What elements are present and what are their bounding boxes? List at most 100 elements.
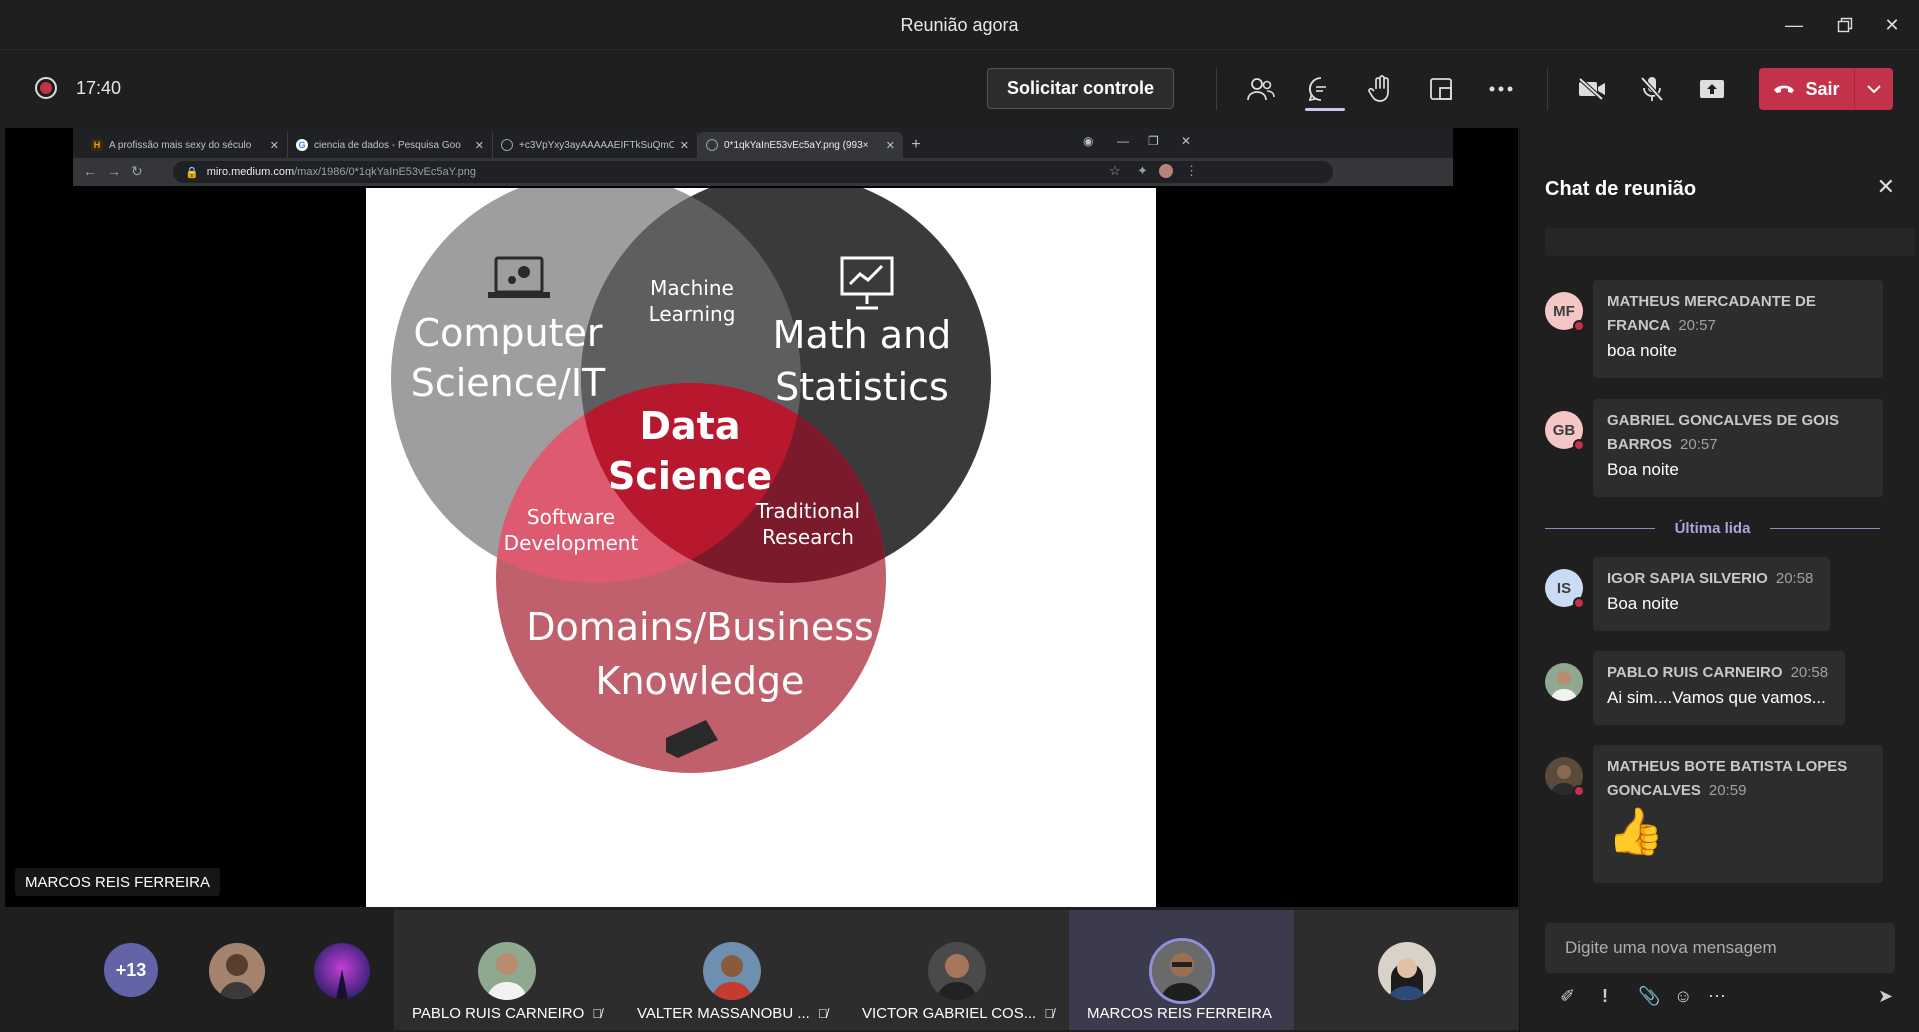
chat-icon[interactable]: [1304, 72, 1338, 106]
meeting-chat-panel: Chat de reunião ✕ MF MATHEUS MERCADANTE …: [1519, 128, 1919, 1032]
status-dot: [1573, 439, 1585, 451]
message-bubble[interactable]: MATHEUS MERCADANTE DE FRANCA 20:57 boa noi…: [1593, 280, 1883, 378]
raise-hand-icon[interactable]: [1364, 72, 1398, 106]
message-bubble[interactable]: MATHEUS BOTE BATISTA LOPES GONCALVES 20:59…: [1593, 745, 1883, 883]
browser-tab[interactable]: H A profissão mais sexy do século ✕: [83, 132, 288, 158]
browser-tab[interactable]: G ciencia de dados - Pesquisa Goo ✕: [288, 132, 493, 158]
leave-button[interactable]: Sair: [1759, 68, 1893, 110]
new-tab-icon[interactable]: +: [903, 132, 929, 158]
more-options-icon[interactable]: [1484, 72, 1518, 106]
status-dot: [1573, 785, 1585, 797]
thumbs-up-emoji: 👍: [1607, 805, 1665, 857]
message-compose-input[interactable]: Digite uma nova mensagem: [1545, 923, 1895, 973]
browser-minimize-icon[interactable]: —: [1117, 134, 1129, 148]
tab-search-icon[interactable]: ◉: [1083, 134, 1093, 148]
emoji-icon[interactable]: ☺: [1674, 986, 1692, 1007]
software-label-line1: Software: [527, 505, 615, 529]
ml-label-line1: Machine: [650, 276, 734, 300]
status-dot: [1573, 597, 1585, 609]
meeting-toolbar: 17:40 Solicitar controle Sair: [0, 50, 1919, 128]
lock-icon: 🔒: [185, 166, 199, 179]
hang-up-icon: [1774, 85, 1795, 93]
leave-options-chevron-icon[interactable]: [1855, 84, 1893, 94]
bookmark-star-icon[interactable]: ☆: [1109, 163, 1121, 179]
extensions-icon[interactable]: ✦: [1137, 163, 1148, 179]
globe-icon: [706, 139, 718, 151]
avatar[interactable]: [209, 943, 265, 999]
message-bubble[interactable]: GABRIEL GONCALVES DE GOIS BARROS 20:57 Boa…: [1593, 399, 1883, 497]
leave-label: Sair: [1805, 78, 1840, 99]
back-icon[interactable]: ←: [83, 163, 97, 179]
profile-avatar[interactable]: [1159, 164, 1173, 178]
favicon-h-icon: H: [91, 139, 103, 151]
message-time: 20:57: [1680, 436, 1718, 453]
close-tab-icon[interactable]: ✕: [680, 139, 689, 152]
participant-tile[interactable]: [1294, 910, 1520, 1030]
participants-icon[interactable]: [1244, 72, 1278, 106]
meeting-timer: 17:40: [76, 78, 122, 98]
browser-content: Computer Science/IT Math and Statistics …: [73, 186, 1453, 907]
browser-menu-icon[interactable]: ⋮: [1185, 163, 1198, 179]
participant-name: MARCOS REIS FERREIRA: [1087, 1005, 1273, 1022]
message-time: 20:58: [1790, 664, 1829, 681]
earlier-messages-placeholder: [1545, 228, 1915, 256]
browser-close-icon[interactable]: ✕: [1181, 134, 1191, 148]
forward-icon[interactable]: →: [107, 163, 121, 179]
browser-toolbar: ← → ↻ 🔒 miro.medium.com/max/1986/0*1qkYa…: [73, 158, 1453, 186]
request-control-button[interactable]: Solicitar controle: [987, 68, 1174, 109]
mic-off-icon[interactable]: [1635, 72, 1669, 106]
close-chat-icon[interactable]: ✕: [1877, 174, 1895, 200]
browser-tab-active[interactable]: 0*1qkYaInE53vEc5aY.png (993× ✕: [698, 132, 903, 158]
participant-name: VICTOR GABRIEL COS... 🎙̸: [862, 1005, 1054, 1022]
browser-restore-icon[interactable]: ❐: [1148, 134, 1159, 148]
message-text: Ai sim....Vamos que vamos...: [1607, 688, 1826, 707]
avatar[interactable]: [314, 943, 370, 999]
participant-tile[interactable]: PABLO RUIS CARNEIRO 🎙̸: [394, 910, 619, 1030]
restore-icon[interactable]: [1830, 12, 1860, 38]
globe-icon: [501, 139, 513, 151]
leave-main-button[interactable]: Sair: [1759, 68, 1855, 110]
minimize-icon[interactable]: —: [1779, 12, 1809, 38]
research-label-line1: Traditional: [755, 499, 860, 523]
message-bubble[interactable]: IGOR SAPIA SILVERIO 20:58 Boa noite: [1593, 557, 1830, 631]
close-tab-icon[interactable]: ✕: [886, 139, 895, 152]
participant-tile[interactable]: VALTER MASSANOBU ... 🎙̸: [619, 910, 844, 1030]
view-layout-icon[interactable]: [1424, 72, 1458, 106]
last-read-divider: Última lida: [1545, 518, 1881, 538]
close-window-icon[interactable]: ✕: [1877, 12, 1907, 38]
message-bubble[interactable]: PABLO RUIS CARNEIRO 20:58 Ai sim....Vamos…: [1593, 651, 1845, 725]
url-host: miro.medium.com: [206, 166, 295, 178]
avatar: [1149, 938, 1215, 1004]
message-text: Boa noite: [1607, 594, 1679, 613]
participant-tile-presenter[interactable]: MARCOS REIS FERREIRA: [1069, 910, 1294, 1030]
research-label-line2: Research: [762, 525, 854, 549]
share-screen-icon[interactable]: [1695, 72, 1729, 106]
camera-off-icon[interactable]: [1575, 72, 1609, 106]
browser-tab[interactable]: +c3VpYxy3ayAAAAAEIFTkSuQmC ✕: [493, 132, 698, 158]
send-icon[interactable]: ➤: [1878, 986, 1893, 1007]
toolbar-divider: [1216, 68, 1217, 110]
more-participants-badge[interactable]: +13: [104, 943, 158, 997]
tab-title: 0*1qkYaInE53vEc5aY.png (993×: [724, 139, 869, 151]
cs-label-line2: Science/IT: [411, 361, 606, 405]
avatar: [928, 942, 986, 1000]
browser-tab-strip: H A profissão mais sexy do século ✕ G ci…: [73, 128, 1453, 158]
venn-diagram-image: Computer Science/IT Math and Statistics …: [366, 188, 1156, 907]
message-author: MATHEUS MERCADANTE DE FRANCA 20:57: [1607, 293, 1816, 334]
message-text: boa noite: [1607, 341, 1677, 360]
participant-tile[interactable]: VICTOR GABRIEL COS... 🎙̸: [844, 910, 1069, 1030]
reload-icon[interactable]: ↻: [131, 163, 143, 180]
message-author: MATHEUS BOTE BATISTA LOPES GONCALVES 20:59: [1607, 758, 1848, 799]
important-icon[interactable]: !: [1602, 986, 1608, 1007]
recording-icon: [35, 77, 57, 99]
ds-label-line2: Science: [608, 454, 772, 498]
google-favicon-icon: G: [296, 139, 308, 151]
close-tab-icon[interactable]: ✕: [475, 139, 484, 152]
message-text: Boa noite: [1607, 460, 1679, 479]
close-tab-icon[interactable]: ✕: [270, 139, 279, 152]
message-author: PABLO RUIS CARNEIRO 20:58: [1607, 664, 1829, 681]
attach-icon[interactable]: 📎: [1638, 986, 1660, 1007]
format-icon[interactable]: ✐: [1560, 986, 1575, 1007]
more-compose-options-icon[interactable]: ⋯: [1708, 986, 1726, 1007]
avatar: [478, 942, 536, 1000]
